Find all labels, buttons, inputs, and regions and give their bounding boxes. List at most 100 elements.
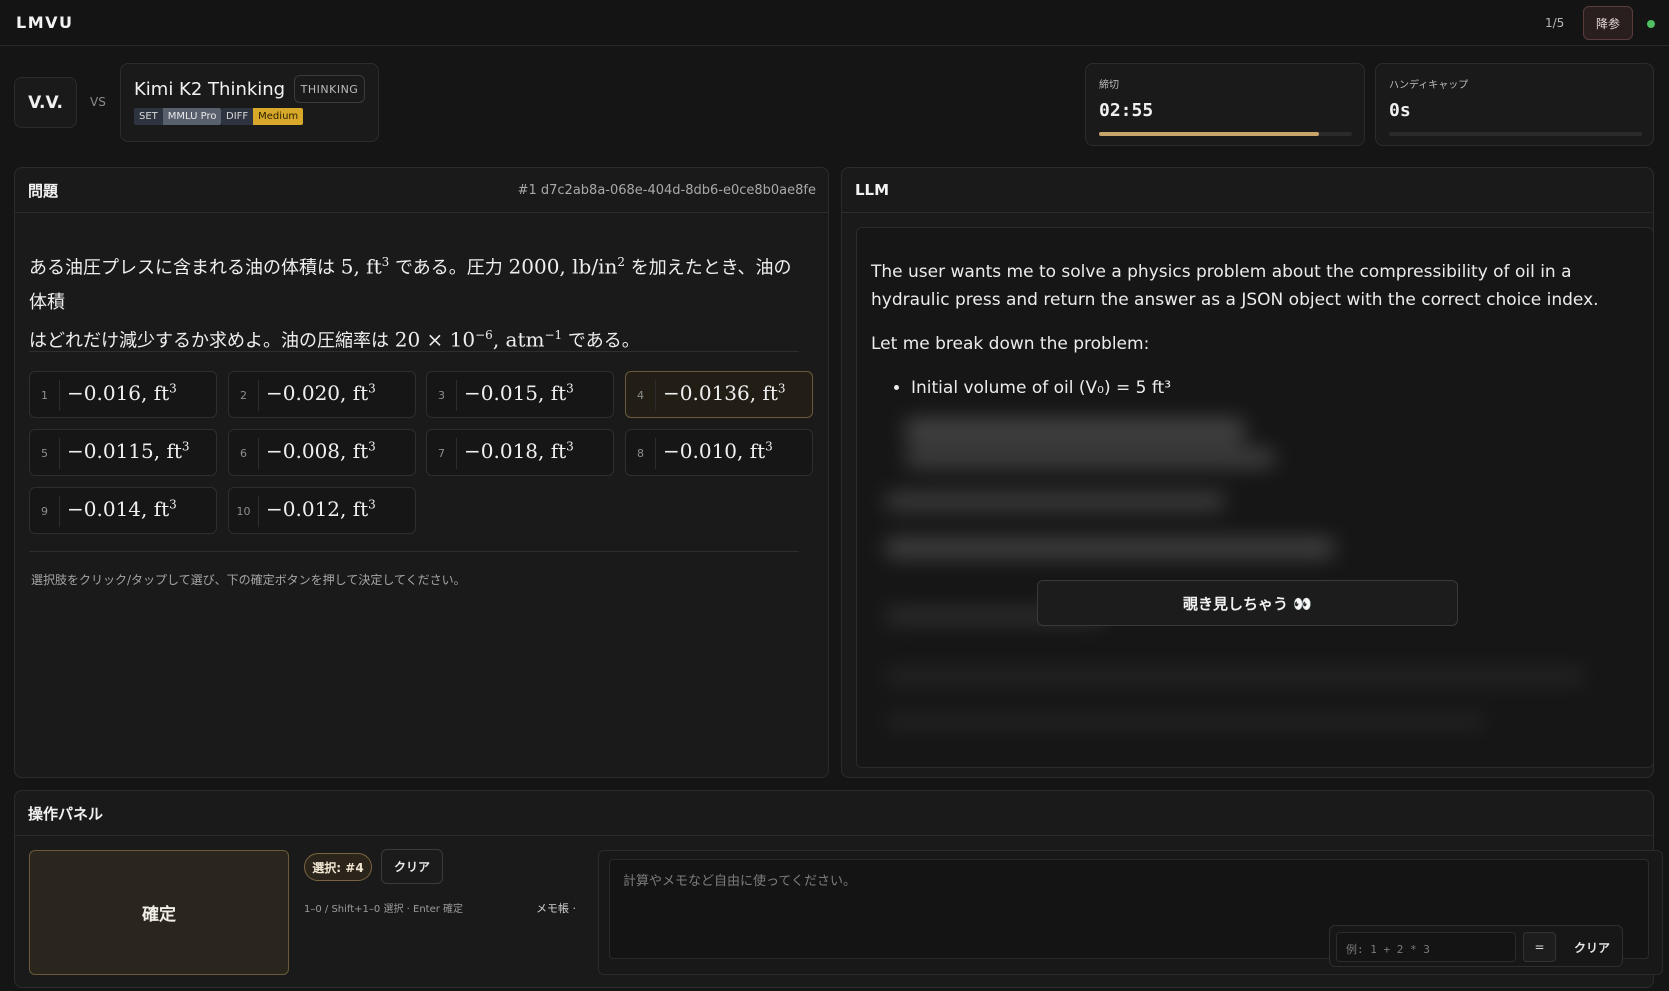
choice-number: 9	[30, 496, 60, 527]
deadline-progress-fill	[1099, 132, 1320, 136]
choice-sup: 3	[169, 381, 177, 396]
question-panel: 問題 #1 d7c2ab8a-068e-404d-8db6-e0ce8b0ae8…	[14, 167, 829, 778]
llm-paragraph: Let me break down the problem:	[871, 334, 1150, 354]
llm-visible-text: The user wants me to solve a physics pro…	[871, 258, 1631, 402]
choice-text: −0.016, ft3	[67, 381, 177, 405]
choice-sup: 3	[765, 439, 773, 454]
round-progress: 1/5	[1545, 16, 1565, 30]
calculator: 例: 1 + 2 * 3 = クリア	[1329, 925, 1623, 967]
choice-value: −0.016, ft	[67, 381, 170, 405]
player-name: V.V.	[14, 77, 77, 128]
calculator-equals-button[interactable]: =	[1523, 932, 1556, 962]
choice-sup: 3	[368, 381, 376, 396]
question-math: 2000, lb/in	[508, 254, 618, 279]
choice-option[interactable]: 3 −0.015, ft3	[426, 371, 614, 418]
choice-sup: 3	[566, 381, 574, 396]
handicap-progress-track	[1389, 132, 1642, 136]
question-text: ある油圧プレスに含まれる油の体積は 5, ft3 である。圧力 2000, lb…	[29, 246, 799, 357]
choice-option[interactable]: 8 −0.010, ft3	[625, 429, 813, 476]
diff-tag-value: Medium	[253, 108, 304, 125]
choice-number: 4	[626, 380, 656, 411]
llm-output: The user wants me to solve a physics pro…	[856, 227, 1654, 768]
choice-option[interactable]: 9 −0.014, ft3	[29, 487, 217, 534]
choice-number: 8	[626, 438, 656, 469]
choice-value: −0.014, ft	[67, 497, 170, 521]
choice-number: 1	[30, 380, 60, 411]
choice-option[interactable]: 5 −0.0115, ft3	[29, 429, 217, 476]
choice-value: −0.010, ft	[663, 439, 766, 463]
question-hint: 選択肢をクリック/タップして選び、下の確定ボタンを押して決定してください。	[31, 573, 466, 587]
vs-label: VS	[90, 95, 106, 109]
choice-number: 6	[229, 438, 259, 469]
llm-paragraph: The user wants me to solve a physics pro…	[871, 262, 1599, 310]
choice-option-selected[interactable]: 4 −0.0136, ft3	[625, 371, 813, 418]
choice-number: 2	[229, 380, 259, 411]
choice-text: −0.018, ft3	[464, 439, 574, 463]
set-tag-key: SET	[134, 108, 163, 125]
deadline-progress-track	[1099, 132, 1352, 136]
choice-text: −0.0136, ft3	[663, 381, 786, 405]
clear-selection-button[interactable]: クリア	[381, 849, 443, 884]
control-panel-header: 操作パネル	[15, 791, 1653, 836]
confirm-button[interactable]: 確定	[29, 850, 289, 975]
app-logo: LMVU	[16, 13, 74, 32]
choice-option[interactable]: 7 −0.018, ft3	[426, 429, 614, 476]
surrender-button[interactable]: 降参	[1583, 6, 1633, 40]
question-text-part: ある油圧プレスに含まれる油の体積は	[29, 257, 341, 279]
difficulty-tag: DIFF Medium	[221, 108, 304, 125]
deadline-timer: 02:55	[1099, 100, 1154, 121]
choice-sup: 3	[181, 439, 190, 454]
choice-option[interactable]: 10 −0.012, ft3	[228, 487, 416, 534]
selection-badge: 選択: #4	[304, 853, 372, 881]
divider	[29, 351, 799, 352]
thinking-badge: THINKING	[294, 75, 365, 103]
keyboard-hint: 1–0 / Shift+1–0 選択 · Enter 確定	[304, 904, 464, 915]
llm-panel-header: LLM	[842, 168, 1653, 213]
memo-toggle[interactable]: メモ帳 ·	[536, 900, 576, 916]
set-tag-value: MMLU Pro	[162, 108, 222, 125]
handicap-value: 0s	[1389, 100, 1411, 121]
diff-tag-key: DIFF	[221, 108, 254, 125]
choice-sup: 3	[368, 439, 376, 454]
question-text-part: である。圧力	[389, 257, 509, 279]
question-text-part: である。	[562, 330, 640, 352]
memo-area: 計算やメモなど自由に使ってください。 例: 1 + 2 * 3 = クリア	[598, 850, 1663, 975]
deadline-card: 締切 02:55	[1085, 63, 1365, 146]
control-panel: 操作パネル 確定 選択: #4 クリア 1–0 / Shift+1–0 選択 ·…	[14, 790, 1663, 988]
peek-button[interactable]: 覗き見しちゃう 👀	[1037, 580, 1458, 626]
calculator-input[interactable]: 例: 1 + 2 * 3	[1336, 932, 1516, 962]
choice-number: 5	[30, 438, 60, 469]
choice-text: −0.0115, ft3	[67, 439, 190, 463]
choice-sup: 3	[368, 497, 376, 512]
choice-text: −0.010, ft3	[663, 439, 773, 463]
calculator-clear-button[interactable]: クリア	[1566, 932, 1618, 962]
choice-sup: 3	[169, 497, 177, 512]
opponent-card: Kimi K2 Thinking THINKING SET MMLU Pro D…	[120, 63, 379, 142]
choice-number: 7	[427, 438, 457, 469]
choice-option[interactable]: 1 −0.016, ft3	[29, 371, 217, 418]
handicap-label: ハンディキャップ	[1389, 80, 1469, 91]
llm-bullet: Initial volume of oil (V₀) = 5 ft³	[911, 374, 1631, 402]
question-math: , atm	[492, 327, 545, 352]
deadline-label: 締切	[1099, 80, 1119, 91]
choice-text: −0.014, ft3	[67, 497, 177, 521]
question-math: 20 × 10	[394, 327, 476, 352]
handicap-card: ハンディキャップ 0s	[1375, 63, 1654, 146]
question-sup: −1	[544, 327, 563, 342]
llm-panel: LLM The user wants me to solve a physics…	[841, 167, 1654, 778]
choice-value: −0.008, ft	[266, 439, 369, 463]
top-bar: LMVU 1/5 降参	[0, 0, 1669, 46]
choice-option[interactable]: 2 −0.020, ft3	[228, 371, 416, 418]
connection-status-dot	[1647, 20, 1655, 28]
question-text-part: はどれだけ減少するか求めよ。油の圧縮率は	[29, 330, 395, 352]
choice-option[interactable]: 6 −0.008, ft3	[228, 429, 416, 476]
llm-heading: LLM	[855, 181, 890, 199]
question-id: #1 d7c2ab8a-068e-404d-8db6-e0ce8b0ae8fe	[517, 183, 816, 198]
question-panel-header: 問題 #1 d7c2ab8a-068e-404d-8db6-e0ce8b0ae8…	[15, 168, 828, 213]
choice-value: −0.0136, ft	[663, 381, 778, 405]
choice-text: −0.012, ft3	[266, 497, 376, 521]
question-sup: 2	[617, 255, 625, 269]
choice-text: −0.015, ft3	[464, 381, 574, 405]
question-heading: 問題	[28, 181, 59, 200]
choice-value: −0.012, ft	[266, 497, 369, 521]
